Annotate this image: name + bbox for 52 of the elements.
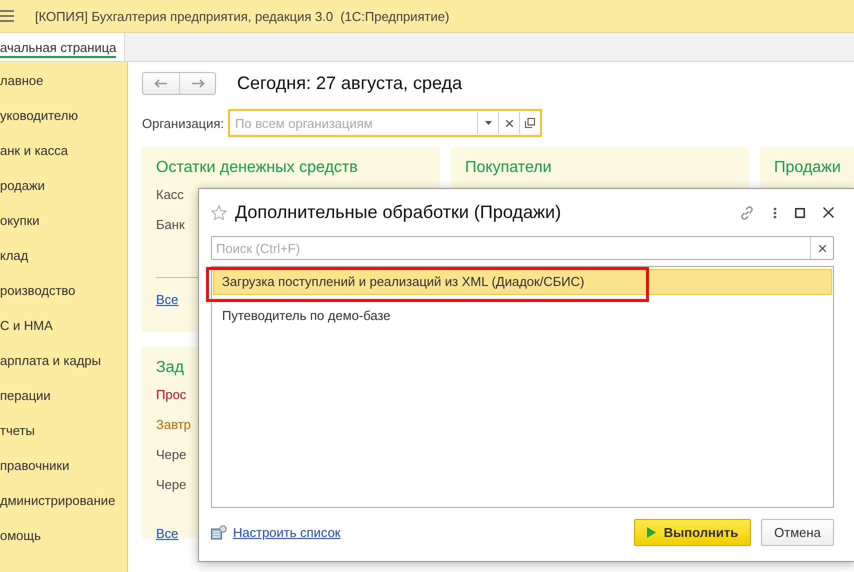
panel-row-text: Прос xyxy=(156,387,186,402)
sidebar-item[interactable]: дминистрирование xyxy=(0,490,127,525)
forward-arrow-icon xyxy=(190,79,204,88)
star-icon[interactable] xyxy=(211,204,227,220)
panel-title: Продажи xyxy=(774,159,842,177)
organization-field[interactable]: По всем организациям xyxy=(230,116,478,130)
sidebar-item[interactable]: родажи xyxy=(0,175,127,210)
sidebar-item[interactable]: С и НМА xyxy=(0,315,127,350)
sidebar-item[interactable]: правочники xyxy=(0,455,127,490)
dropdown-icon[interactable] xyxy=(484,121,492,125)
page-title: Сегодня: 27 августа, среда xyxy=(237,73,462,94)
sidebar-item[interactable]: тчеты xyxy=(0,420,127,455)
panel-title: Покупатели xyxy=(465,159,553,177)
sidebar-item[interactable]: роизводство xyxy=(0,280,127,315)
cancel-button[interactable]: Отмена xyxy=(761,518,834,546)
sidebar-item[interactable]: уководителю xyxy=(0,105,127,140)
menu-icon[interactable] xyxy=(0,10,14,22)
list-item[interactable]: Путеводитель по демо-базе xyxy=(213,303,832,329)
more-icon[interactable] xyxy=(773,206,777,218)
panel-row-text: Чере xyxy=(156,447,186,462)
window-title: [КОПИЯ] Бухгалтерия предприятия, редакция 3.0 (1С:Предприятие) xyxy=(35,8,450,24)
panel-row-text: Чере xyxy=(156,477,186,492)
sidebar-item[interactable]: омощь xyxy=(0,525,127,560)
sidebar-item[interactable]: лавное xyxy=(0,70,127,105)
sidebar-item[interactable]: анк и касса xyxy=(0,140,127,175)
all-link[interactable]: Все xyxy=(156,292,178,307)
panel-row-text: Завтр xyxy=(156,417,191,432)
panel-row-text: Банк xyxy=(156,217,185,232)
execute-button[interactable]: Выполнить xyxy=(634,518,751,546)
panel-title: Остатки денежных средств xyxy=(156,159,359,177)
link-icon[interactable] xyxy=(739,204,755,220)
panel-row-text: Касс xyxy=(156,187,184,202)
list-settings-icon[interactable] xyxy=(211,524,227,540)
sidebar-item[interactable]: клад xyxy=(0,245,127,280)
back-arrow-icon xyxy=(154,79,168,88)
dialog-title: Дополнительные обработки (Продажи) xyxy=(235,202,562,223)
clear-icon[interactable] xyxy=(818,244,826,252)
sidebar-item[interactable]: арплата и кадры xyxy=(0,350,127,385)
open-icon[interactable] xyxy=(525,118,536,128)
tab[interactable]: ачальная страница xyxy=(0,33,126,61)
all-link[interactable]: Все xyxy=(156,526,178,541)
sidebar-item[interactable]: перации xyxy=(0,385,127,420)
settings-link[interactable]: Настроить список xyxy=(233,524,624,540)
close-icon[interactable] xyxy=(823,207,834,218)
sidebar-item[interactable]: окупки xyxy=(0,210,127,245)
field-label: Организация: xyxy=(142,116,224,130)
maximize-icon[interactable] xyxy=(795,208,805,218)
organization-combobox[interactable]: По всем организациям xyxy=(228,109,542,137)
panel-title: Зад xyxy=(156,359,185,377)
list-item[interactable]: Загрузка поступлений и реализаций из XML (Диадок/СБИС) xyxy=(213,269,832,295)
clear-icon[interactable] xyxy=(506,120,513,126)
play-icon xyxy=(646,526,656,538)
